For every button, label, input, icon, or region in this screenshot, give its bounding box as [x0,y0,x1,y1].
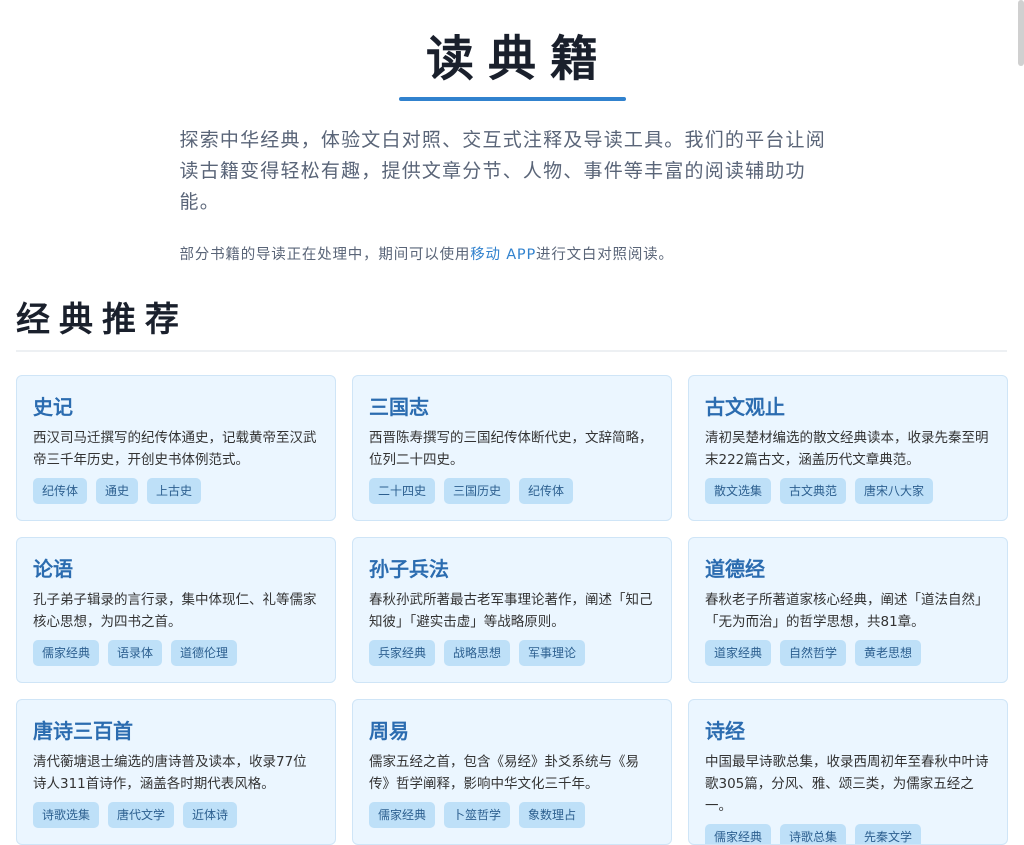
note-text-end: 进行文白对照阅读。 [536,247,674,263]
title-underline [398,97,626,101]
book-tag[interactable]: 儒家经典 [369,802,436,828]
book-tag[interactable]: 纪传体 [33,478,88,504]
book-tag[interactable]: 卜筮哲学 [444,802,511,828]
book-description: 儒家五经之首，包含《易经》卦爻系统与《易传》哲学阐释，影响中华文化三千年。 [369,754,639,792]
book-tag[interactable]: 道家经典 [705,640,772,666]
site-title: 读典籍 [425,31,612,87]
note-text: 部分书籍的导读正在处理中，期间可以使用 [179,247,471,263]
book-card[interactable]: 诗经 中国最早诗歌总集，收录西周初年至春秋中叶诗歌305篇，分风、雅、颂三类，为… [688,699,1008,845]
book-card[interactable]: 孙子兵法 春秋孙武所著最古老军事理论著作，阐述「知己知彼」「避实击虚」等战略原则… [352,537,672,683]
book-tag[interactable]: 语录体 [108,640,163,666]
book-title[interactable]: 论语 [33,555,319,583]
book-title[interactable]: 道德经 [705,555,991,583]
book-tag[interactable]: 诗歌选集 [33,802,100,828]
book-tags: 二十四史 三国历史 纪传体 [369,478,655,504]
featured-section: 经典推荐 [16,296,1007,352]
book-tag[interactable]: 儒家经典 [705,824,772,844]
book-card[interactable]: 周易 儒家五经之首，包含《易经》卦爻系统与《易传》哲学阐释，影响中华文化三千年。… [352,699,672,845]
book-tag[interactable]: 散文选集 [705,478,772,504]
book-tag[interactable]: 唐宋八大家 [855,478,934,504]
book-title[interactable]: 史记 [33,393,319,421]
book-tag[interactable]: 军事理论 [519,640,586,666]
book-tags: 儒家经典 语录体 道德伦理 [33,640,319,666]
book-description: 西晋陈寿撰写的三国纪传体断代史，文辞简略，位列二十四史。 [369,430,653,468]
book-title[interactable]: 周易 [369,717,655,745]
book-card[interactable]: 史记 西汉司马迁撰写的纪传体通史，记载黄帝至汉武帝三千年历史，开创史书体例范式。… [16,375,336,521]
book-tag[interactable]: 黄老思想 [855,640,922,666]
section-divider [16,350,1007,352]
book-tags: 纪传体 通史 上古史 [33,478,319,504]
book-tag[interactable]: 古文典范 [780,478,847,504]
book-title[interactable]: 唐诗三百首 [33,717,319,745]
book-tags: 散文选集 古文典范 唐宋八大家 [705,478,991,504]
book-tag[interactable]: 先秦文学 [855,824,922,844]
book-description: 清初吴楚材编选的散文经典读本，收录先秦至明末222篇古文，涵盖历代文章典范。 [705,430,989,468]
book-tag[interactable]: 纪传体 [519,478,574,504]
section-title: 经典推荐 [16,300,188,340]
book-tag[interactable]: 兵家经典 [369,640,436,666]
book-tags: 道家经典 自然哲学 黄老思想 [705,640,991,666]
book-description: 中国最早诗歌总集，收录西周初年至春秋中叶诗歌305篇，分风、雅、颂三类，为儒家五… [705,754,989,814]
book-title[interactable]: 三国志 [369,393,655,421]
book-title[interactable]: 孙子兵法 [369,555,655,583]
book-description: 孔子弟子辑录的言行录，集中体现仁、礼等儒家核心思想，为四书之首。 [33,592,317,630]
mobile-app-link[interactable]: 移动 APP [470,247,536,263]
processing-note: 部分书籍的导读正在处理中，期间可以使用移动 APP进行文白对照阅读。 [180,243,845,264]
book-tag[interactable]: 唐代文学 [108,802,175,828]
book-tag[interactable]: 上古史 [147,478,202,504]
book-tag[interactable]: 道德伦理 [171,640,238,666]
book-card[interactable]: 古文观止 清初吴楚材编选的散文经典读本，收录先秦至明末222篇古文，涵盖历代文章… [688,375,1008,521]
book-tags: 诗歌选集 唐代文学 近体诗 [33,802,319,828]
page-header: 读典籍 探索中华经典，体验文白对照、交互式注释及导读工具。我们的平台让阅读古籍变… [0,0,1024,264]
book-tag[interactable]: 象数理占 [519,802,586,828]
book-tag[interactable]: 二十四史 [369,478,436,504]
book-tags: 儒家经典 卜筮哲学 象数理占 [369,802,655,828]
book-card[interactable]: 论语 孔子弟子辑录的言行录，集中体现仁、礼等儒家核心思想，为四书之首。 儒家经典… [16,537,336,683]
book-tag[interactable]: 自然哲学 [780,640,847,666]
book-title[interactable]: 诗经 [705,717,991,745]
book-title[interactable]: 古文观止 [705,393,991,421]
scrollbar[interactable] [1018,0,1024,66]
book-tag[interactable]: 近体诗 [183,802,238,828]
book-tag[interactable]: 诗歌总集 [780,824,847,844]
book-grid: 史记 西汉司马迁撰写的纪传体通史，记载黄帝至汉武帝三千年历史，开创史书体例范式。… [16,375,1008,845]
book-description: 西汉司马迁撰写的纪传体通史，记载黄帝至汉武帝三千年历史，开创史书体例范式。 [33,430,317,468]
book-tag[interactable]: 战略思想 [444,640,511,666]
book-tag[interactable]: 儒家经典 [33,640,100,666]
book-description: 春秋孙武所著最古老军事理论著作，阐述「知己知彼」「避实击虚」等战略原则。 [369,592,653,630]
intro-text: 探索中华经典，体验文白对照、交互式注释及导读工具。我们的平台让阅读古籍变得轻松有… [179,129,826,213]
book-description: 春秋老子所著道家核心经典，阐述「道法自然」「无为而治」的哲学思想，共81章。 [705,592,989,630]
book-card[interactable]: 三国志 西晋陈寿撰写的三国纪传体断代史，文辞简略，位列二十四史。 二十四史 三国历… [352,375,672,521]
book-tags: 儒家经典 诗歌总集 先秦文学 [705,824,991,844]
book-tag[interactable]: 通史 [96,478,139,504]
book-description: 清代蘅塘退士编选的唐诗普及读本，收录77位诗人311首诗作，涵盖各时期代表风格。 [33,754,307,792]
book-tag[interactable]: 三国历史 [444,478,511,504]
book-tags: 兵家经典 战略思想 军事理论 [369,640,655,666]
book-card[interactable]: 道德经 春秋老子所著道家核心经典，阐述「道法自然」「无为而治」的哲学思想，共81… [688,537,1008,683]
book-card[interactable]: 唐诗三百首 清代蘅塘退士编选的唐诗普及读本，收录77位诗人311首诗作，涵盖各时… [16,699,336,845]
